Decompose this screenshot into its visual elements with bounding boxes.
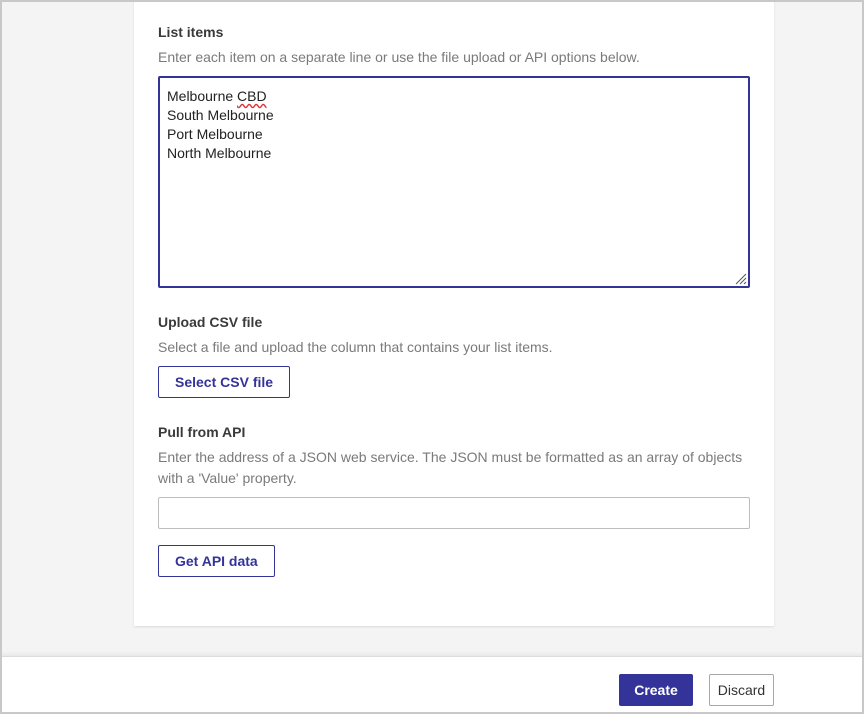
list-items-help: Enter each item on a separate line or us… (158, 49, 640, 65)
list-item-line: Melbourne CBD (167, 88, 267, 104)
upload-csv-help: Select a file and upload the column that… (158, 339, 553, 355)
action-footer: Create Discard (0, 656, 864, 714)
pull-api-help: Enter the address of a JSON web service.… (158, 449, 743, 486)
create-button[interactable]: Create (619, 674, 693, 706)
spellcheck-flagged-word: CBD (237, 88, 267, 104)
get-api-data-button[interactable]: Get API data (158, 545, 275, 577)
resize-grip-icon[interactable] (733, 271, 747, 285)
pull-api-label: Pull from API (158, 424, 246, 440)
discard-button[interactable]: Discard (709, 674, 774, 706)
upload-csv-label: Upload CSV file (158, 314, 263, 330)
list-item-line: South Melbourne (167, 107, 274, 123)
list-form-card: List items Enter each item on a separate… (134, 0, 774, 626)
list-item-line: Port Melbourne (167, 126, 263, 142)
list-item-line: North Melbourne (167, 145, 272, 161)
list-items-textarea[interactable]: Melbourne CBD South Melbourne Port Melbo… (158, 76, 750, 288)
api-url-input[interactable] (158, 497, 750, 529)
list-items-label: List items (158, 24, 224, 40)
select-csv-file-button[interactable]: Select CSV file (158, 366, 291, 398)
